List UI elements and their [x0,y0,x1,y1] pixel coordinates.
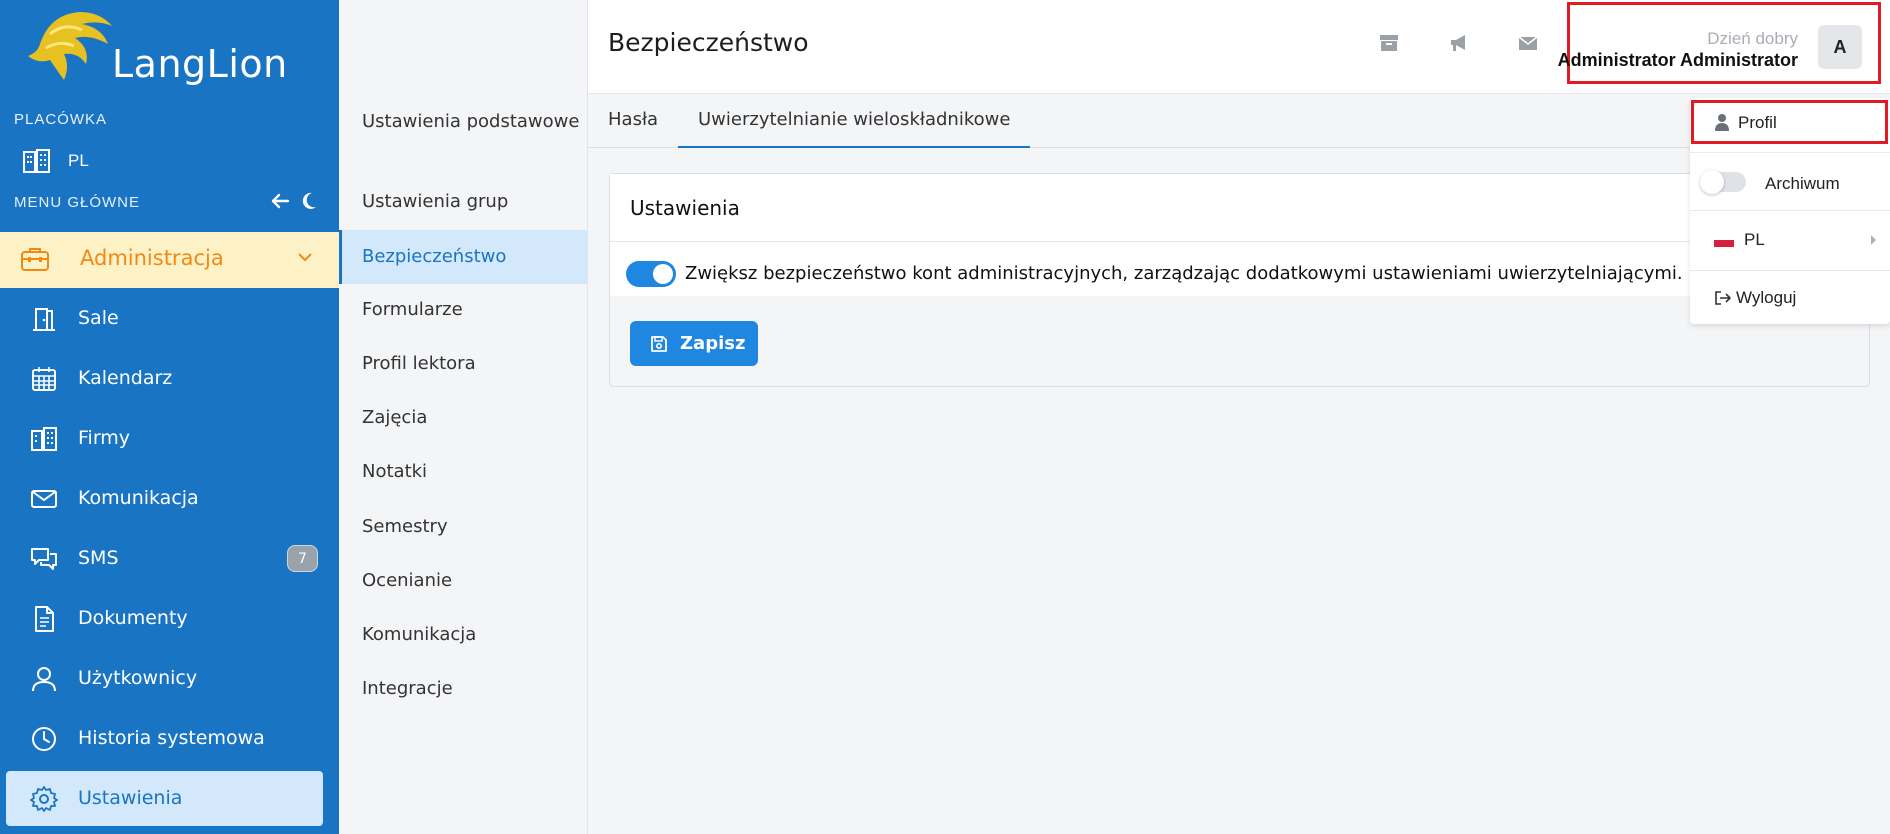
gear-icon [30,786,58,812]
nav-item-dokumenty[interactable]: Dokumenty [0,588,339,648]
logout-icon [1715,291,1731,305]
submenu-item-komunikacja[interactable]: Komunikacja [339,621,588,648]
user-dropdown-menu: Profil Archiwum PL Wyloguj [1690,98,1890,324]
logout-label: Wyloguj [1736,288,1797,307]
user-name: Administrator Administrator [1557,50,1798,70]
archive-box-icon[interactable] [1378,32,1400,54]
dropdown-divider [1690,152,1890,153]
settings-submenu: Ustawienia podstawowe Ustawienia grup Be… [339,0,588,834]
archive-toggle-switch[interactable] [1700,170,1746,194]
nav-item-label: Użytkownicy [78,667,198,689]
nav-item-label: Historia systemowa [78,727,265,749]
dropdown-divider [1690,210,1890,211]
megaphone-icon[interactable] [1448,32,1470,54]
branch-section-label: PLACÓWKA [14,111,108,128]
submenu-item-zajecia[interactable]: Zajęcia [339,404,588,431]
logo-text: LangLion [112,42,288,86]
nav-item-label: Kalendarz [78,367,173,389]
admin-label: Administracja [80,246,224,270]
building-icon [23,149,50,173]
greeting-text: Dzień dobry [1707,29,1798,48]
chevron-down-icon [298,253,312,262]
submenu-item-integracje[interactable]: Integracje [339,675,588,702]
collapse-arrow-icon[interactable] [270,191,290,211]
mfa-toggle-switch[interactable] [626,261,676,287]
chat-icon [31,548,57,570]
nav-item-sale[interactable]: Sale [0,288,339,348]
save-button[interactable]: Zapisz [630,321,758,366]
dropdown-item-logout[interactable]: Wyloguj [1690,274,1890,320]
nav-item-label: Komunikacja [78,487,199,509]
dark-mode-moon-icon[interactable] [300,191,318,211]
nav-item-firmy[interactable]: Firmy [0,408,339,468]
card-header: Ustawienia [610,174,1869,242]
submenu-item-ocenianie[interactable]: Ocenianie [339,567,588,594]
toggle-knob [1700,170,1724,194]
submenu-item-ustawienia-podstawowe[interactable]: Ustawienia podstawowe [339,108,588,135]
card-body: Zwiększ bezpieczeństwo kont administracy… [610,242,1869,296]
page-title: Bezpieczeństwo [608,28,809,57]
tab-uwierzytelnianie[interactable]: Uwierzytelnianie wieloskładnikowe [678,109,1031,148]
mail-icon [31,490,57,508]
poland-flag-icon [1714,233,1734,247]
submenu-item-profil-lektora[interactable]: Profil lektora [339,350,588,377]
card-title: Ustawienia [630,196,740,220]
user-menu-trigger[interactable]: Dzień dobry Administrator Administrator … [1558,2,1881,84]
language-label: PL [1744,230,1765,249]
dropdown-item-profile[interactable]: Profil [1691,100,1888,144]
door-icon [33,308,55,331]
profile-label: Profil [1738,113,1777,132]
nav-item-uzytkownicy[interactable]: Użytkownicy [0,648,339,708]
dropdown-divider [1690,270,1890,271]
nav-item-ustawienia[interactable]: Ustawienia [0,768,339,828]
main-menu-label: MENU GŁÓWNE [14,194,141,211]
branch-selector[interactable]: PL [22,148,89,174]
nav-item-sms[interactable]: SMS 7 [0,528,339,588]
nav-item-label: Sale [78,307,119,329]
save-button-label: Zapisz [680,333,746,354]
dropdown-item-archive[interactable]: Archiwum [1690,158,1890,204]
menu-tools [270,191,318,211]
submenu-item-formularze[interactable]: Formularze [339,296,588,323]
avatar[interactable]: A [1818,25,1862,69]
clock-icon [32,727,56,751]
document-icon [35,606,54,632]
user-icon [1715,114,1729,131]
submenu-item-ustawienia-grup[interactable]: Ustawienia grup [339,188,588,215]
mfa-toggle-label: Zwiększ bezpieczeństwo kont administracy… [685,263,1683,284]
sms-count-badge: 7 [287,544,318,572]
toggle-knob [653,264,673,284]
envelope-icon[interactable] [1517,32,1539,54]
nav-item-label: Dokumenty [78,607,188,629]
submenu-item-semestry[interactable]: Semestry [339,513,588,540]
briefcase-icon [21,248,49,271]
user-icon [32,667,56,692]
branch-name: PL [68,151,89,170]
nav-item-label: Firmy [78,427,131,449]
tab-hasla[interactable]: Hasła [608,109,658,148]
archive-label: Archiwum [1765,174,1840,193]
chevron-right-icon [1871,235,1876,245]
floppy-disk-icon [651,335,667,352]
building-icon [31,427,57,451]
settings-card: Ustawienia Zwiększ bezpieczeństwo kont a… [609,173,1870,387]
nav-item-historia[interactable]: Historia systemowa [0,708,339,768]
submenu-item-notatki[interactable]: Notatki [339,458,588,485]
logo[interactable]: LangLion [20,4,287,86]
submenu-item-bezpieczenstwo[interactable]: Bezpieczeństwo [339,230,588,284]
nav-item-label: Ustawienia [78,787,183,809]
nav-item-komunikacja[interactable]: Komunikacja [0,468,339,528]
main-nav: Sale Kalendarz Firmy Komunikacja SMS 7 D… [0,288,339,828]
nav-item-label: SMS [78,547,119,569]
sidebar: LangLion PLACÓWKA PL MENU GŁÓWNE Adminis… [0,0,339,834]
calendar-icon [32,367,56,391]
nav-item-kalendarz[interactable]: Kalendarz [0,348,339,408]
dropdown-item-language[interactable]: PL [1690,214,1890,264]
nav-administracja[interactable]: Administracja [0,232,339,288]
